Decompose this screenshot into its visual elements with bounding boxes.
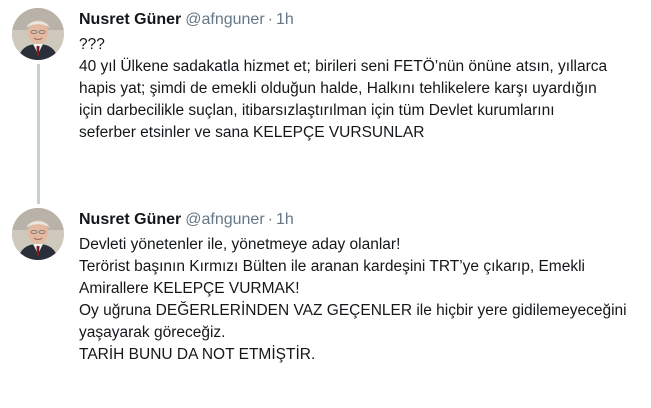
tweet-header: Nusret Güner @afnguner · 1h (79, 10, 294, 30)
tweet-thread: Nusret Güner @afnguner · 1h ??? 40 yıl Ülke… (0, 0, 651, 408)
tweet-text-line: Amirallere KELEPÇE VURMAK! (79, 280, 300, 297)
tweet-text-line: Devleti yönetenler ile, yönetmeye aday o… (79, 236, 401, 253)
tweet-header: Nusret Güner @afnguner · 1h (79, 210, 294, 230)
tweet-time[interactable]: 1h (276, 11, 294, 28)
tweet-text-line: Terörist başının Kırmızı Bülten ile aran… (79, 258, 585, 275)
tweet-time[interactable]: 1h (276, 211, 294, 228)
author-name[interactable]: Nusret Güner (79, 11, 181, 28)
author-handle[interactable]: @afnguner (185, 11, 264, 28)
avatar-portrait-icon (12, 208, 64, 260)
tweet-text: ??? 40 yıl Ülkene sadakatla hizmet et; b… (79, 34, 639, 144)
separator-dot: · (267, 11, 273, 28)
avatar-portrait-icon (12, 8, 64, 60)
tweet-text-line: 40 yıl Ülkene sadakatla hizmet et; biril… (79, 58, 608, 75)
avatar[interactable] (12, 8, 64, 60)
avatar[interactable] (12, 208, 64, 260)
tweet-text-line: hapis yat; şimdi de emekli olduğun halde… (79, 80, 597, 97)
tweet-text-line: yaşayarak göreceğiz. (79, 324, 226, 341)
separator-dot: · (267, 211, 273, 228)
thread-connector-line (37, 64, 40, 204)
tweet-text-line: Oy uğruna DEĞERLERİNDEN VAZ GEÇENLER ile… (79, 302, 627, 319)
tweet-text-line: seferber etsinler ve sana KELEPÇE VURSUN… (79, 124, 425, 141)
tweet-text-line: için darbecilikle suçlan, itibarsızlaştı… (79, 102, 555, 119)
tweet-text: Devleti yönetenler ile, yönetmeye aday o… (79, 234, 639, 366)
tweet-text-line: ??? (79, 36, 105, 53)
author-name[interactable]: Nusret Güner (79, 211, 181, 228)
author-handle[interactable]: @afnguner (185, 211, 264, 228)
tweet-text-line: TARİH BUNU DA NOT ETMİŞTİR. (79, 346, 316, 363)
